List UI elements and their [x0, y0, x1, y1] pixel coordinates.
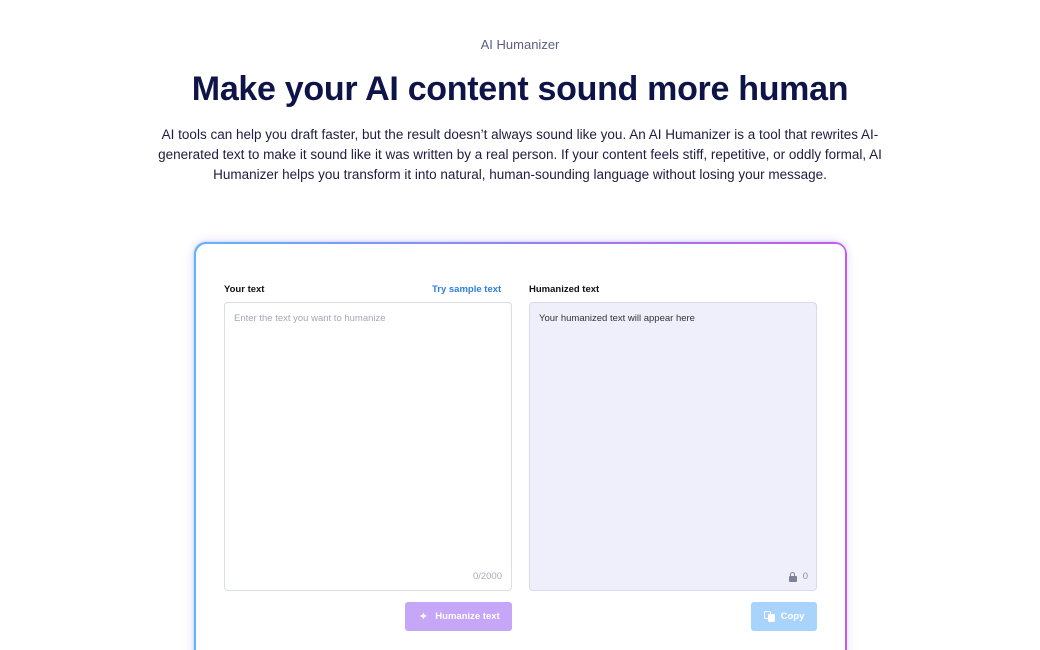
humanize-button[interactable]: ✦ Humanize text — [405, 602, 512, 631]
page-intro: AI tools can help you draft faster, but … — [158, 127, 882, 182]
page-title: Make your AI content sound more human — [191, 70, 849, 108]
lock-icon — [788, 571, 797, 582]
char-counter: 0/2000 — [472, 571, 502, 582]
output-label: Humanized text — [529, 284, 600, 295]
output-counter-value: 0 — [802, 571, 808, 582]
copy-button-label: Copy — [780, 611, 805, 622]
output-counter: 0 — [788, 571, 808, 582]
output-placeholder: Your humanized text will appear here — [539, 313, 695, 324]
page: AI Humanizer Make your AI content sound … — [0, 0, 1040, 650]
page-eyebrow: AI Humanizer — [480, 37, 560, 52]
input-textarea[interactable] — [234, 313, 502, 553]
sparkle-icon: ✦ — [418, 610, 428, 623]
copy-icon — [763, 611, 775, 622]
input-box: 0/2000 — [224, 302, 512, 591]
copy-button[interactable]: Copy — [751, 602, 817, 631]
humanizer-card: Your text Try sample text 0/2000 ✦ Human… — [194, 242, 846, 650]
input-label: Your text — [224, 284, 265, 295]
humanize-button-label: Humanize text — [435, 611, 500, 622]
try-sample-link[interactable]: Try sample text — [432, 284, 501, 295]
output-box: Your humanized text will appear here 0 — [529, 302, 817, 591]
